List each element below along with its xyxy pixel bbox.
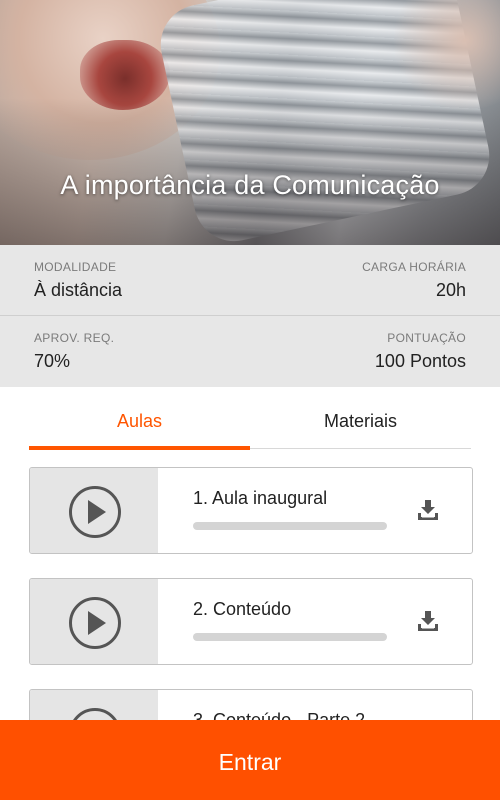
- lesson-thumbnail: [30, 579, 158, 664]
- info-row-2: APROV. REQ. 70% PONTUAÇÃO 100 Pontos: [0, 316, 500, 386]
- play-icon[interactable]: [69, 486, 121, 538]
- download-icon[interactable]: [416, 609, 440, 633]
- aprovacao-label: APROV. REQ.: [34, 331, 115, 345]
- lesson-card[interactable]: 2. Conteúdo: [29, 578, 473, 665]
- course-info-panel: MODALIDADE À distância CARGA HORÁRIA 20h…: [0, 245, 500, 387]
- lesson-thumbnail: [30, 468, 158, 553]
- lesson-title: 1. Aula inaugural: [193, 488, 328, 508]
- info-row-1: MODALIDADE À distância CARGA HORÁRIA 20h: [0, 245, 500, 316]
- course-hero: A importância da Comunicação: [0, 0, 500, 245]
- pontuacao-label: PONTUAÇÃO: [387, 331, 466, 345]
- aprovacao-value: 70%: [34, 351, 71, 371]
- pontuacao-value: 100 Pontos: [374, 351, 466, 371]
- lesson-title: 2. Conteúdo: [193, 599, 292, 619]
- tab-aulas[interactable]: Aulas: [29, 400, 250, 450]
- course-title: A importância da Comunicação: [60, 170, 440, 200]
- tab-materiais[interactable]: Materiais: [250, 400, 471, 448]
- lesson-progress-bar: [193, 633, 387, 641]
- modalidade-label: MODALIDADE: [34, 260, 117, 274]
- lesson-card[interactable]: 1. Aula inaugural: [29, 467, 473, 554]
- content-tabs: Aulas Materiais: [29, 400, 471, 450]
- modalidade-value: À distância: [34, 280, 123, 300]
- carga-horaria-value: 20h: [435, 280, 466, 300]
- lesson-progress-bar: [193, 522, 387, 530]
- aprovacao-cell: APROV. REQ. 70%: [34, 331, 114, 372]
- enter-button[interactable]: Entrar: [0, 720, 500, 800]
- download-icon[interactable]: [416, 498, 440, 522]
- carga-horaria-cell: CARGA HORÁRIA 20h: [362, 260, 466, 301]
- carga-horaria-label: CARGA HORÁRIA: [362, 260, 466, 274]
- play-icon[interactable]: [69, 597, 121, 649]
- pontuacao-cell: PONTUAÇÃO 100 Pontos: [375, 331, 466, 372]
- modalidade-cell: MODALIDADE À distância: [34, 260, 122, 301]
